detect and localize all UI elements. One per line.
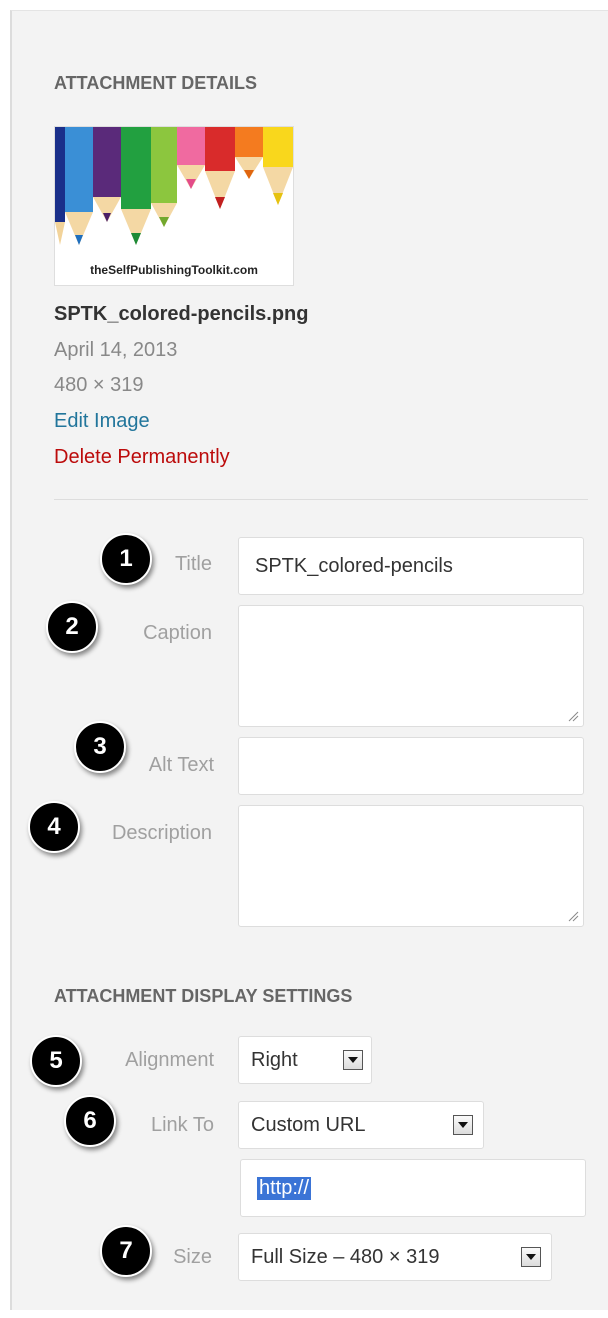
attachment-dimensions: 480 × 319 — [54, 374, 144, 396]
callout-badge-3: 3 — [74, 721, 126, 773]
edit-image-link[interactable]: Edit Image — [54, 410, 150, 433]
size-select-value: Full Size – 480 × 319 — [251, 1245, 440, 1268]
alignment-select[interactable]: Right — [238, 1036, 372, 1084]
alt-text-input[interactable] — [238, 737, 584, 795]
link-url-input[interactable]: http:// — [240, 1159, 586, 1217]
callout-badge-6: 6 — [64, 1095, 116, 1147]
delete-permanently-link[interactable]: Delete Permanently — [54, 446, 230, 469]
display-settings-heading: ATTACHMENT DISPLAY SETTINGS — [54, 986, 353, 1006]
size-select[interactable]: Full Size – 480 × 319 — [238, 1233, 552, 1281]
link-url-value: http:// — [257, 1176, 312, 1200]
attachment-date: April 14, 2013 — [54, 339, 178, 361]
callout-badge-7: 7 — [100, 1225, 152, 1277]
callout-badge-1: 1 — [100, 533, 152, 585]
resize-grip-icon[interactable] — [567, 710, 579, 722]
attachment-details-panel: ATTACHMENT DETAILS theSelfPublishingTool… — [10, 10, 608, 1310]
pencil-thumbnail-image — [55, 127, 293, 285]
callout-badge-5: 5 — [30, 1035, 82, 1087]
title-input-value: SPTK_colored-pencils — [255, 554, 453, 577]
attachment-thumbnail[interactable]: theSelfPublishingToolkit.com — [54, 126, 294, 286]
link-to-label: Link To — [150, 1114, 214, 1136]
link-to-select-value: Custom URL — [251, 1113, 366, 1136]
alt-text-label: Alt Text — [148, 754, 214, 776]
resize-grip-icon[interactable] — [567, 910, 579, 922]
attachment-filename: SPTK_colored-pencils.png — [54, 303, 309, 325]
link-to-select[interactable]: Custom URL — [238, 1101, 484, 1149]
title-input[interactable]: SPTK_colored-pencils — [238, 537, 584, 595]
thumbnail-caption: theSelfPublishingToolkit.com — [90, 263, 258, 277]
section-divider — [54, 499, 588, 500]
attachment-details-heading: ATTACHMENT DETAILS — [54, 73, 257, 93]
description-textarea[interactable] — [238, 805, 584, 927]
caption-textarea[interactable] — [238, 605, 584, 727]
dropdown-arrow-icon[interactable] — [343, 1050, 363, 1070]
dropdown-arrow-icon[interactable] — [453, 1115, 473, 1135]
callout-badge-4: 4 — [28, 801, 80, 853]
dropdown-arrow-icon[interactable] — [521, 1247, 541, 1267]
alignment-select-value: Right — [251, 1048, 298, 1071]
callout-badge-2: 2 — [46, 601, 98, 653]
